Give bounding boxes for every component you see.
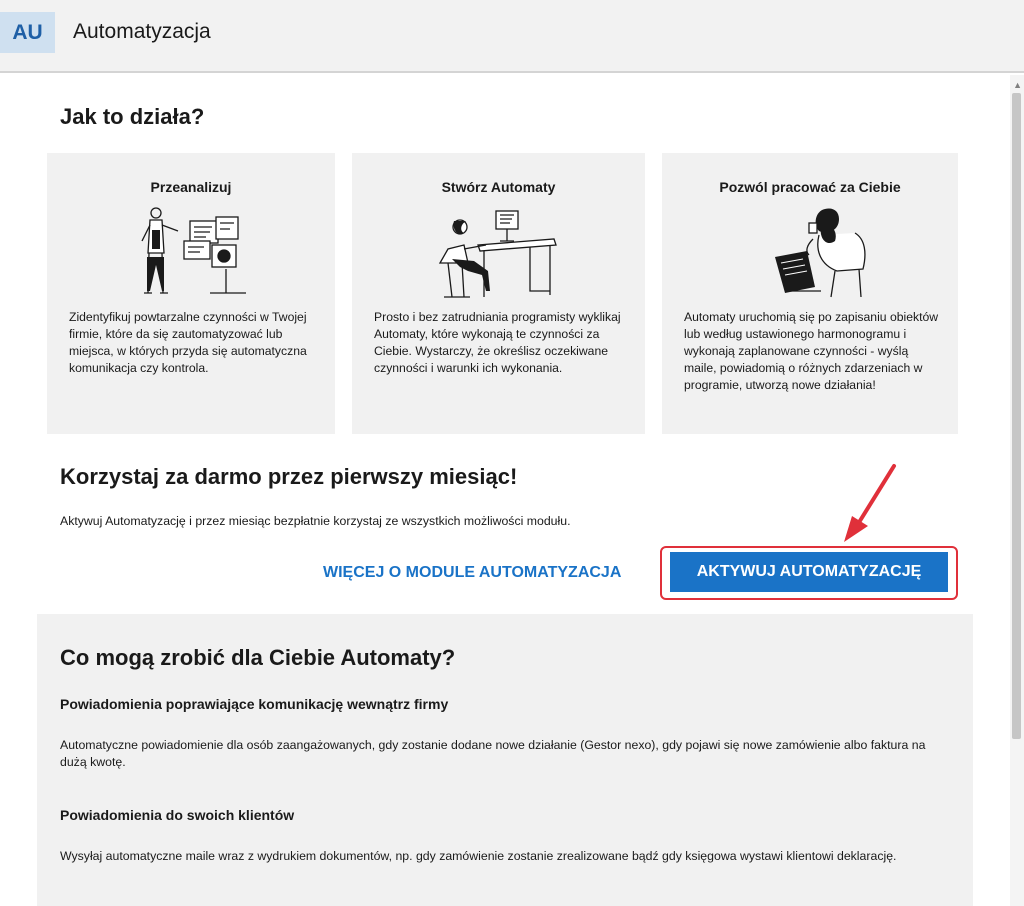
analyst-dashboard-illustration	[141, 207, 246, 294]
features-panel: Co mogą zrobić dla Ciebie Automaty? Powi…	[37, 614, 973, 906]
card-analyze: Przeanalizuj Zidentyfikuj powtarzalne cz…	[47, 153, 335, 434]
feature-title: Powiadomienia poprawiające komunikację w…	[60, 696, 449, 712]
app-badge: AU	[0, 12, 55, 53]
feature-title: Powiadomienia do swoich klientów	[60, 807, 295, 823]
red-arrow-annotation-icon	[844, 464, 896, 542]
card-title: Stwórz Automaty	[441, 179, 556, 195]
feature-description: Automatyczne powiadomienie dla osób zaan…	[60, 738, 926, 769]
card-description: Zidentyfikuj powtarzalne czynności w Two…	[69, 310, 307, 375]
activate-automation-button[interactable]: AKTYWUJ AUTOMATYZACJĘ	[670, 552, 948, 592]
more-about-module-link[interactable]: WIĘCEJ O MODULE AUTOMATYZACJA	[323, 564, 621, 582]
scroll-up-arrow-icon[interactable]: ▲	[1013, 80, 1022, 90]
card-description: Automaty uruchomią się po zapisaniu obie…	[684, 310, 939, 392]
scrollbar-thumb[interactable]	[1012, 93, 1021, 739]
relaxed-laptop-user-illustration	[775, 208, 866, 298]
free-month-description: Aktywuj Automatyzację i przez miesiąc be…	[60, 514, 571, 528]
card-create: Stwórz Automaty Prosto i bez zatrudniani…	[352, 153, 645, 434]
how-it-works-heading: Jak to działa?	[60, 104, 205, 129]
card-title: Pozwól pracować za Ciebie	[719, 179, 901, 195]
feature-description: Wysyłaj automatyczne maile wraz z wydruk…	[60, 849, 897, 863]
free-month-heading: Korzystaj za darmo przez pierwszy miesią…	[60, 464, 518, 489]
card-work-for-you: Pozwól pracować za Ciebie Automaty uruch…	[662, 153, 958, 434]
page-title: Automatyzacja	[73, 20, 211, 43]
card-title: Przeanalizuj	[150, 179, 232, 195]
card-description: Prosto i bez zatrudniania programisty wy…	[374, 310, 621, 375]
features-heading: Co mogą zrobić dla Ciebie Automaty?	[60, 645, 456, 670]
title-bar: AU Automatyzacja	[0, 0, 1024, 73]
desk-worker-illustration	[438, 210, 557, 298]
